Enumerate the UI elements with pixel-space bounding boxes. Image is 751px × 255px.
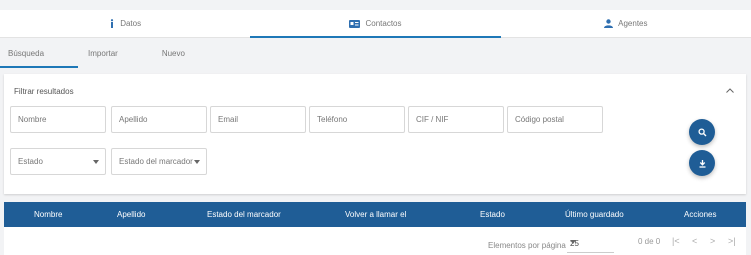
estado-select-label: Estado — [18, 157, 43, 166]
search-icon — [697, 127, 706, 136]
email-placeholder: Email — [218, 115, 239, 124]
col-nombre[interactable]: Nombre — [34, 210, 62, 219]
contact-card-icon — [349, 19, 361, 28]
cif-field[interactable]: CIF / NIF — [408, 106, 504, 133]
col-acciones: Acciones — [684, 210, 717, 219]
tab-nuevo-label: Nuevo — [161, 48, 185, 58]
range-label: 0 de 0 — [638, 237, 661, 246]
col-apellido[interactable]: Apellido — [117, 210, 145, 219]
tab-datos[interactable]: Datos — [0, 10, 250, 37]
estado-select[interactable]: Estado — [10, 148, 106, 175]
tab-busqueda[interactable]: Búsqueda — [0, 38, 88, 68]
apellido-placeholder: Apellido — [119, 115, 148, 124]
chevron-up-icon[interactable] — [726, 86, 734, 94]
prev-page-icon[interactable]: < — [692, 236, 697, 246]
tab-agentes[interactable]: Agentes — [501, 10, 751, 37]
next-page-icon[interactable]: > — [710, 236, 715, 246]
tab-agentes-label: Agentes — [618, 19, 648, 28]
filter-panel: Filtrar resultados Nombre Apellido Email… — [4, 74, 746, 194]
filter-title: Filtrar resultados — [14, 87, 74, 96]
search-button[interactable] — [689, 119, 715, 145]
estado-marcador-select-label: Estado del marcador — [119, 157, 193, 166]
nombre-placeholder: Nombre — [18, 115, 47, 124]
top-tab-bar: Datos Contactos Agentes — [0, 10, 751, 38]
tab-importar-label: Importar — [88, 48, 118, 58]
col-estado-marcador[interactable]: Estado del marcador — [207, 210, 281, 219]
info-icon — [109, 19, 115, 28]
tab-nuevo[interactable]: Nuevo — [162, 38, 203, 68]
tab-importar[interactable]: Importar — [88, 38, 162, 68]
col-volver-llamar[interactable]: Volver a llamar el — [345, 210, 406, 219]
postal-field[interactable]: Código postal — [507, 106, 603, 133]
telefono-placeholder: Teléfono — [317, 115, 348, 124]
download-button[interactable] — [689, 150, 715, 176]
chevron-down-icon — [570, 240, 576, 244]
page-size-select[interactable]: 25 — [567, 231, 614, 253]
nombre-field[interactable]: Nombre — [10, 106, 106, 133]
first-page-icon[interactable]: |< — [672, 236, 680, 246]
chevron-down-icon — [93, 160, 99, 164]
postal-placeholder: Código postal — [515, 115, 564, 124]
col-estado[interactable]: Estado — [480, 210, 505, 219]
cif-placeholder: CIF / NIF — [416, 115, 449, 124]
tab-datos-label: Datos — [120, 19, 142, 28]
last-page-icon[interactable]: >| — [728, 236, 736, 246]
pagination-bar: Elementos por página 25 0 de 0 |< < > >| — [4, 227, 746, 255]
estado-marcador-select[interactable]: Estado del marcador — [111, 148, 207, 175]
apellido-field[interactable]: Apellido — [111, 106, 207, 133]
col-ultimo-guardado[interactable]: Último guardado — [565, 210, 624, 219]
table-header: Nombre Apellido Estado del marcador Volv… — [4, 202, 746, 227]
items-per-page-label: Elementos por página — [488, 241, 566, 250]
email-field[interactable]: Email — [210, 106, 306, 133]
tab-busqueda-label: Búsqueda — [8, 48, 45, 58]
telefono-field[interactable]: Teléfono — [309, 106, 405, 133]
person-icon — [604, 19, 614, 28]
tab-contactos-label: Contactos — [365, 19, 402, 28]
sub-tab-bar: Búsqueda Importar Nuevo — [0, 38, 751, 68]
download-icon — [699, 159, 705, 168]
tab-contactos[interactable]: Contactos — [250, 10, 501, 38]
chevron-down-icon — [194, 160, 200, 164]
